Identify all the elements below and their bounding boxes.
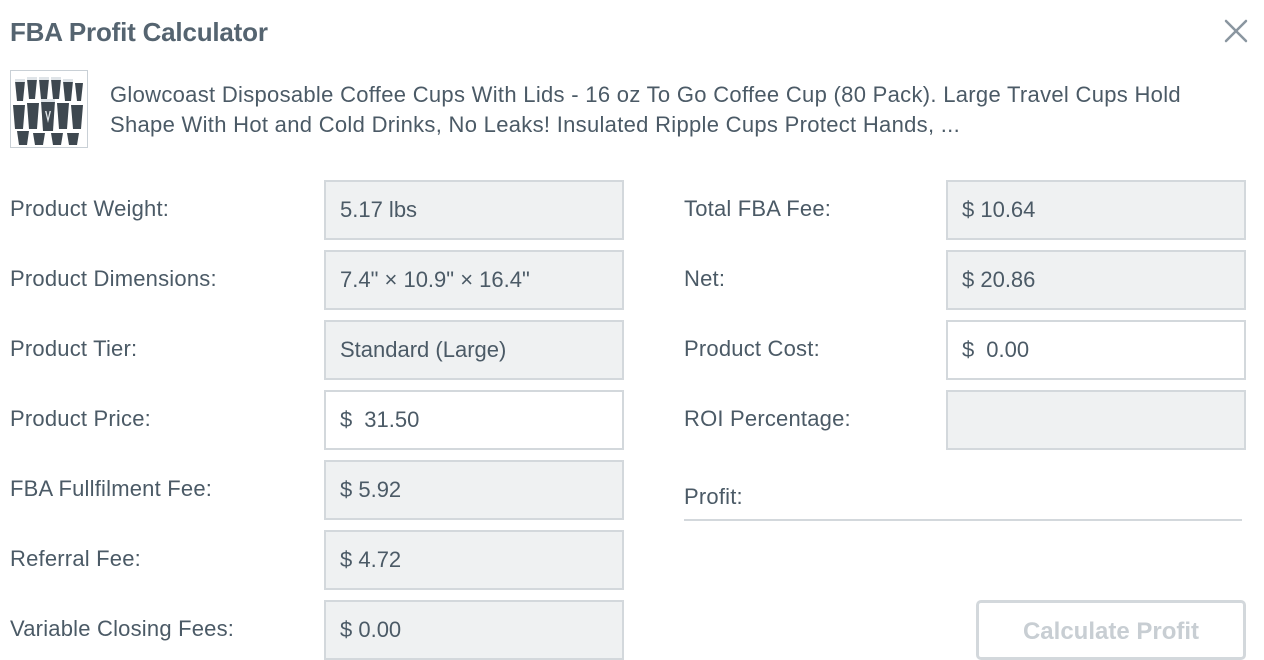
product-dimensions-label: Product Dimensions: — [10, 266, 217, 291]
product-weight-label: Product Weight: — [10, 196, 170, 221]
total-fba-fee-label: Total FBA Fee: — [684, 196, 832, 221]
net-value: $ 20.86 — [962, 267, 1036, 292]
profit-label: Profit: — [684, 484, 743, 509]
product-tier-label: Product Tier: — [10, 336, 138, 361]
variable-closing-fees-field: $ 0.00 — [324, 600, 624, 660]
product-cost-label: Product Cost: — [684, 336, 820, 361]
currency-symbol: $ — [962, 337, 975, 362]
total-fba-fee-value: $ 10.64 — [962, 197, 1036, 222]
referral-fee-label: Referral Fee: — [10, 546, 141, 571]
currency-symbol: $ — [340, 407, 353, 432]
product-tier-value: Standard (Large) — [340, 337, 507, 362]
product-weight-field: 5.17 lbs — [324, 180, 624, 240]
coffee-cups-image — [11, 71, 87, 147]
product-cost-input[interactable] — [986, 337, 1187, 363]
referral-fee-field: $ 4.72 — [324, 530, 624, 590]
roi-percentage-label: ROI Percentage: — [684, 406, 851, 431]
referral-fee-value: $ 4.72 — [340, 547, 402, 572]
fba-fulfilment-fee-label: FBA Fullfilment Fee: — [10, 476, 213, 501]
product-name: Glowcoast Disposable Coffee Cups With Li… — [110, 82, 1181, 137]
close-icon[interactable] — [1222, 17, 1250, 45]
product-weight-value: 5.17 lbs — [340, 197, 418, 222]
product-tier-field: Standard (Large) — [324, 320, 624, 380]
variable-closing-fees-label: Variable Closing Fees: — [10, 616, 235, 641]
variable-closing-fees-value: $ 0.00 — [340, 617, 402, 642]
roi-percentage-field — [946, 390, 1246, 450]
profit-divider — [684, 519, 1242, 521]
fba-fulfilment-fee-field: $ 5.92 — [324, 460, 624, 520]
calculate-profit-button[interactable]: Calculate Profit — [976, 600, 1246, 660]
net-field: $ 20.86 — [946, 250, 1246, 310]
product-dimensions-value: 7.4" × 10.9" × 16.4" — [340, 267, 530, 292]
product-price-field[interactable]: $ — [324, 390, 624, 450]
product-thumbnail — [10, 70, 88, 148]
product-cost-field[interactable]: $ — [946, 320, 1246, 380]
product-dimensions-field: 7.4" × 10.9" × 16.4" — [324, 250, 624, 310]
product-price-label: Product Price: — [10, 406, 151, 431]
net-label: Net: — [684, 266, 726, 291]
fba-fulfilment-fee-value: $ 5.92 — [340, 477, 402, 502]
page-title: FBA Profit Calculator — [10, 17, 268, 47]
product-price-input[interactable] — [364, 407, 565, 433]
total-fba-fee-field: $ 10.64 — [946, 180, 1246, 240]
